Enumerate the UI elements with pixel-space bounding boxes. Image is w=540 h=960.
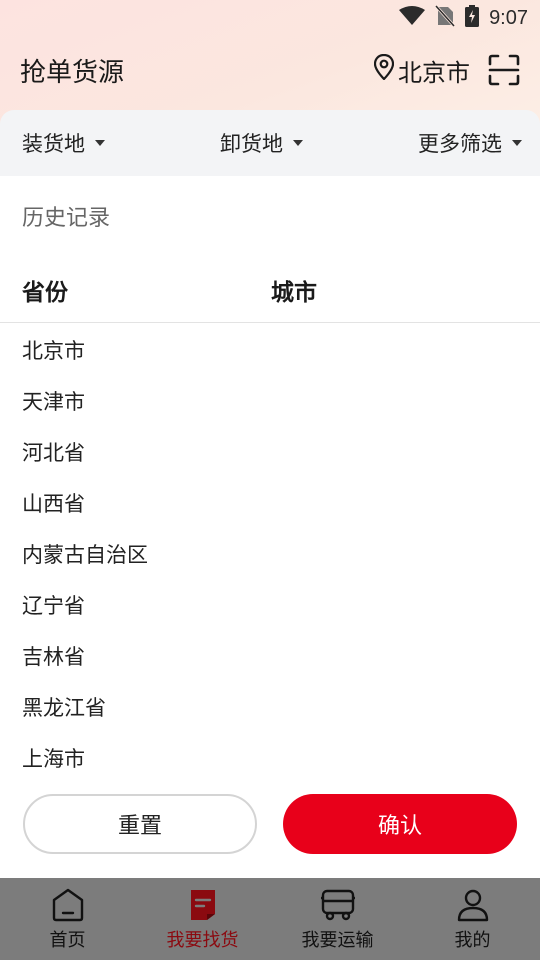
truck-icon [320,886,356,924]
page-title: 抢单货源 [20,57,125,88]
tab-find-goods[interactable]: 我要找货 [135,886,270,952]
user-icon [456,886,490,924]
divider [0,322,540,323]
tab-label: 首页 [49,930,86,951]
filter-unloading-place[interactable]: 卸货地 [220,128,303,158]
status-time: 9:07 [489,6,528,29]
confirm-button[interactable]: 确认 [283,794,517,854]
wifi-icon [399,6,426,30]
reset-button[interactable]: 重置 [23,794,257,854]
filter-label: 卸货地 [220,132,283,156]
tab-label: 我要运输 [301,930,374,951]
home-icon [52,886,84,924]
location-selector[interactable]: 北京市 [373,53,470,88]
app-header: 抢单货源 北京市 [0,44,540,96]
province-item[interactable]: 天津市 [22,387,148,438]
filter-bar: 装货地 卸货地 更多筛选 [0,110,540,176]
location-pin-icon [373,53,395,86]
no-sim-icon [434,4,456,31]
caret-down-icon [512,140,522,146]
tab-label: 我的 [454,930,491,951]
province-item[interactable]: 山西省 [22,489,148,540]
filter-more[interactable]: 更多筛选 [418,128,522,158]
document-icon [189,886,217,924]
tab-label: 我要找货 [166,930,239,951]
province-item[interactable]: 黑龙江省 [22,693,148,744]
province-item[interactable]: 内蒙古自治区 [22,540,148,591]
scan-icon[interactable] [488,54,520,86]
province-item[interactable]: 吉林省 [22,642,148,693]
tab-mine[interactable]: 我的 [405,886,540,952]
tab-home[interactable]: 首页 [0,886,135,952]
province-item[interactable]: 河北省 [22,438,148,489]
tab-transport[interactable]: 我要运输 [270,886,405,952]
status-bar: 9:07 [0,0,540,36]
location-label: 北京市 [398,58,470,87]
city-column-header: 城市 [271,280,317,306]
province-item[interactable]: 辽宁省 [22,591,148,642]
province-item[interactable]: 上海市 [22,744,148,795]
filter-label: 装货地 [22,132,85,156]
province-list: 北京市 天津市 河北省 山西省 内蒙古自治区 辽宁省 吉林省 黑龙江省 上海市 [22,336,148,795]
caret-down-icon [293,140,303,146]
region-picker-panel: 历史记录 省份 城市 北京市 天津市 河北省 山西省 内蒙古自治区 辽宁省 吉林… [0,176,540,878]
province-column-header: 省份 [22,280,68,306]
battery-charging-icon [465,5,480,31]
filter-label: 更多筛选 [418,132,502,156]
caret-down-icon [95,140,105,146]
bottom-tab-bar: 首页 我要找货 我要运输 我的 [0,878,540,960]
province-item[interactable]: 北京市 [22,336,148,387]
filter-loading-place[interactable]: 装货地 [22,128,105,158]
history-title: 历史记录 [22,206,111,231]
